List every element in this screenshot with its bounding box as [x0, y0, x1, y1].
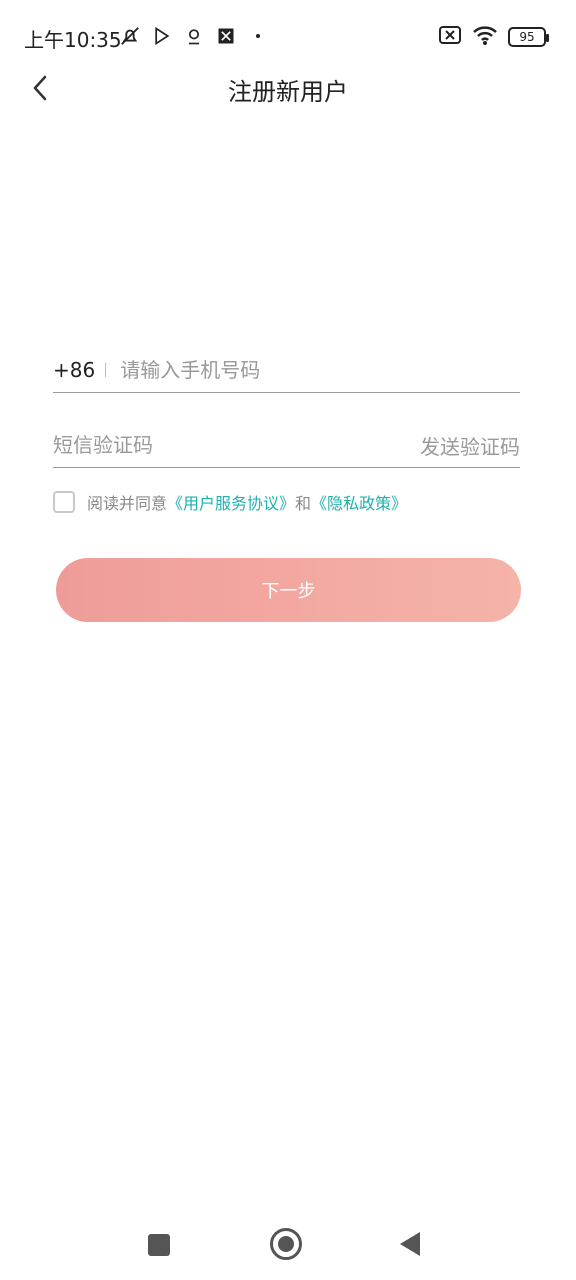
- location-icon: [182, 24, 206, 48]
- back-nav-button[interactable]: [400, 1232, 420, 1256]
- page-title: 注册新用户: [228, 78, 348, 106]
- play-store-icon: [150, 24, 174, 48]
- wifi-icon: [472, 24, 498, 50]
- app-icon: [214, 24, 238, 48]
- agreement-row: 阅读并同意 《用户服务协议》 和 《隐私政策》: [53, 490, 520, 514]
- status-icons-right: 95: [438, 24, 549, 50]
- register-form: +86 发送验证码 阅读并同意 《用户服务协议》 和 《隐私政策》: [53, 348, 520, 514]
- country-code[interactable]: +86: [53, 358, 95, 382]
- navigation-bar: [0, 1212, 576, 1280]
- dot-icon: [246, 24, 270, 48]
- status-icons-left: [118, 24, 270, 48]
- code-field: 发送验证码: [53, 423, 520, 468]
- next-button[interactable]: 下一步: [56, 558, 521, 622]
- privacy-link[interactable]: 《隐私政策》: [311, 490, 407, 514]
- phone-input[interactable]: [120, 358, 520, 382]
- agree-checkbox[interactable]: [53, 491, 75, 513]
- divider: [105, 363, 107, 377]
- recent-apps-button[interactable]: [148, 1234, 170, 1256]
- agreement-and: 和: [295, 494, 312, 513]
- send-code-button[interactable]: 发送验证码: [420, 431, 520, 460]
- code-input[interactable]: [53, 433, 420, 457]
- sim-x-icon: [438, 25, 462, 49]
- terms-link[interactable]: 《用户服务协议》: [167, 490, 295, 514]
- status-time: 上午10:35: [24, 28, 122, 52]
- header: 注册新用户: [0, 60, 576, 116]
- battery-icon: 95: [508, 27, 549, 47]
- phone-field: +86: [53, 348, 520, 393]
- agreement-prefix: 阅读并同意: [87, 494, 168, 513]
- muted-bell-icon: [118, 24, 142, 48]
- home-button[interactable]: [270, 1228, 302, 1260]
